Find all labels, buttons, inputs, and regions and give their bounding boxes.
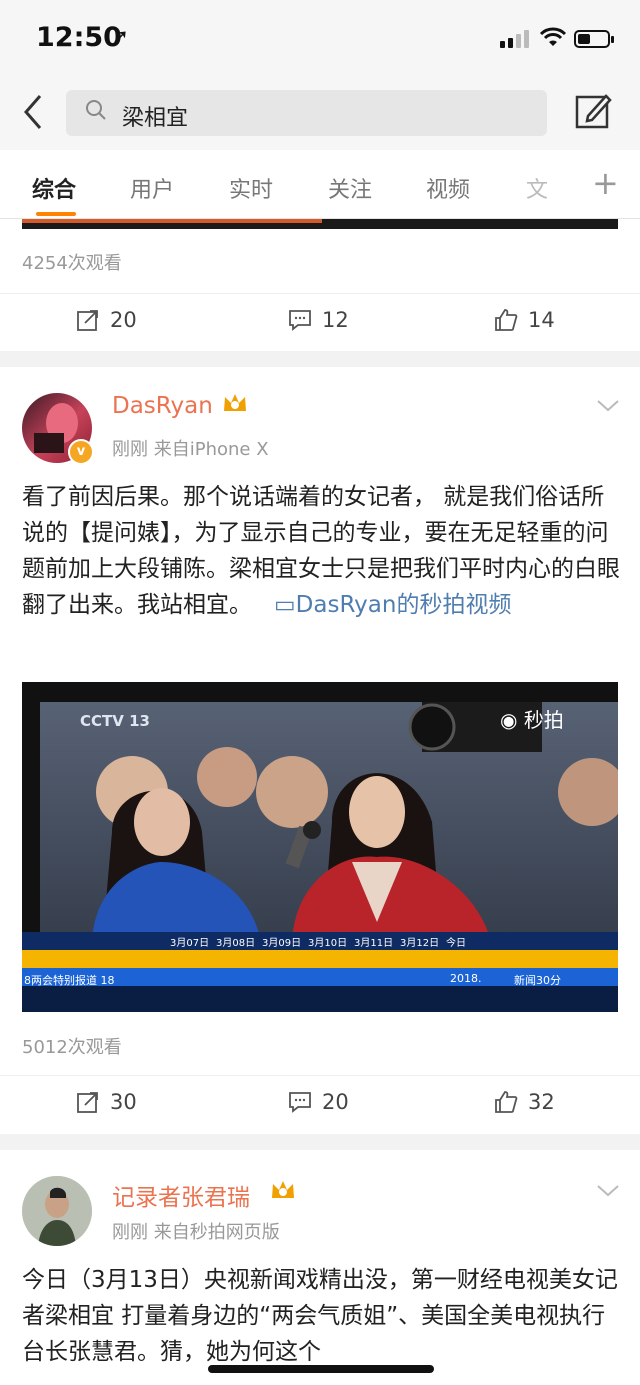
post-card: v DasRyan 刚刚 来自iPhone X 看了前因后果。那个说话端着的女记…: [0, 367, 640, 1134]
home-indicator: [208, 1365, 434, 1373]
post-card: 4254次观看 20 12 14: [0, 219, 640, 351]
post-body: 今日（3月13日）央视新闻戏精出没，第一财经电视美女记者梁相宜 打量着身边的“两…: [22, 1262, 622, 1372]
username[interactable]: DasRyan: [112, 393, 213, 419]
chevron-down-icon[interactable]: [596, 395, 620, 420]
compose-icon[interactable]: [574, 92, 612, 130]
video-link-icon: ▭: [273, 592, 296, 618]
date-strip: 3月07日 3月08日 3月09日 3月10日 3月11日 3月12日 今日: [170, 934, 500, 949]
date-tick: 3月07日: [170, 938, 210, 949]
ticker-program: 新闻30分: [514, 974, 561, 987]
active-tab-indicator: [36, 212, 76, 216]
date-tick: 今日: [446, 938, 466, 949]
repost-button[interactable]: 20: [76, 308, 137, 332]
watermark-icon: ◉: [500, 708, 518, 732]
view-count: 5012次观看: [22, 1037, 122, 1058]
battery-icon: [574, 30, 614, 48]
tab-articles[interactable]: 文: [526, 172, 548, 204]
repost-count: 20: [110, 308, 137, 332]
video-link-label: DasRyan的秒拍视频: [295, 592, 512, 618]
verified-badge-icon: v: [68, 439, 94, 465]
repost-button[interactable]: 30: [76, 1090, 137, 1114]
like-count: 14: [528, 308, 555, 332]
comment-icon: [289, 310, 311, 331]
ticker-year: 2018.: [450, 972, 482, 985]
watermark: ◉ 秒拍: [500, 704, 564, 733]
watermark-label: 秒拍: [523, 708, 564, 732]
location-arrow-icon: ➚: [112, 24, 129, 48]
search-query: 梁相宜: [122, 106, 189, 131]
cellular-signal-icon: [500, 30, 530, 48]
tab-video[interactable]: 视频: [426, 172, 470, 204]
date-tick: 3月08日: [216, 938, 256, 949]
ticker-text: 8两会特别报道 18: [24, 974, 115, 987]
tab-all[interactable]: 综合: [32, 172, 76, 204]
chevron-left-icon[interactable]: [20, 92, 44, 139]
video-bottom-strip: [22, 219, 618, 229]
like-button[interactable]: 32: [494, 1090, 555, 1114]
chevron-down-icon[interactable]: [596, 1180, 620, 1205]
search-icon: [84, 98, 108, 128]
comment-count: 12: [322, 308, 349, 332]
wifi-icon: [538, 26, 568, 54]
like-button[interactable]: 14: [494, 308, 555, 332]
view-count: 4254次观看: [22, 253, 122, 274]
action-bar: 20 12 14: [0, 293, 640, 350]
channel-logo: CCTV 13: [80, 712, 150, 730]
clock: 12:50: [36, 22, 122, 53]
comment-button[interactable]: 20: [288, 1090, 349, 1114]
date-tick: 3月11日: [354, 938, 394, 949]
like-count: 32: [528, 1090, 555, 1114]
repost-icon: [77, 1092, 98, 1113]
avatar[interactable]: [22, 1176, 92, 1246]
thumbs-up-icon: [495, 1091, 518, 1113]
comment-icon: [289, 1092, 311, 1113]
post-meta: 刚刚 来自秒拍网页版: [112, 1222, 280, 1243]
search-input[interactable]: 梁相宜: [66, 90, 547, 136]
video-player[interactable]: CCTV 13 ◉ 秒拍 3月07日 3月08日 3月09日 3月10日 3月1…: [22, 682, 618, 1012]
username[interactable]: 记录者张君瑞: [112, 1178, 250, 1212]
thumbs-up-icon: [495, 309, 518, 331]
crown-icon: [270, 1178, 296, 1207]
add-tab-icon[interactable]: +: [592, 164, 619, 202]
comment-count: 20: [322, 1090, 349, 1114]
post-meta: 刚刚 来自iPhone X: [112, 439, 269, 460]
crown-icon: [222, 391, 248, 420]
tab-following[interactable]: 关注: [328, 172, 372, 204]
search-header: 梁相宜: [0, 80, 640, 150]
date-tick: 3月09日: [262, 938, 302, 949]
action-bar: 30 20 32: [0, 1075, 640, 1132]
tab-realtime[interactable]: 实时: [229, 172, 273, 204]
repost-icon: [77, 310, 98, 331]
post-card: 记录者张君瑞 刚刚 来自秒拍网页版 今日（3月13日）央视新闻戏精出没，第一财经…: [0, 1150, 640, 1385]
comment-button[interactable]: 12: [288, 308, 349, 332]
date-tick: 3月12日: [400, 938, 440, 949]
post-body: 看了前因后果。那个说话端着的女记者， 就是我们俗话所说的【提问婊】，为了显示自己…: [22, 479, 622, 623]
video-link[interactable]: ▭DasRyan的秒拍视频: [259, 592, 512, 618]
date-tick: 3月10日: [308, 938, 348, 949]
category-tabs: 综合 用户 实时 关注 视频 文 +: [0, 150, 640, 219]
status-bar: 12:50 ➚: [0, 0, 640, 80]
post-text: 今日（3月13日）央视新闻戏精出没，第一财经电视美女记者梁相宜 打量着身边的“两…: [22, 1267, 618, 1365]
repost-count: 30: [110, 1090, 137, 1114]
tab-users[interactable]: 用户: [130, 172, 174, 204]
